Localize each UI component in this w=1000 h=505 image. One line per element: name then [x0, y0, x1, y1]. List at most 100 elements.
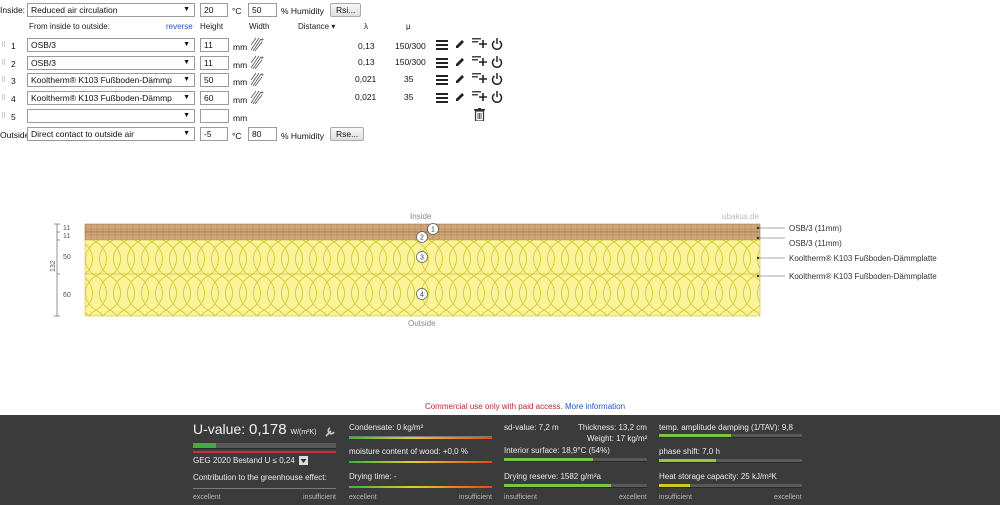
inside-humidity-input[interactable]: 50	[248, 3, 277, 17]
outside-climate-value: Direct contact to outside air	[31, 129, 134, 139]
layer-height-input[interactable]: 50	[200, 73, 229, 87]
dropdown-arrow-icon[interactable]	[299, 456, 308, 465]
layer-mu: 35	[404, 74, 414, 84]
power-icon[interactable]	[491, 55, 503, 68]
temp-damping-bar	[659, 434, 802, 438]
layer-material-value: OSB/3	[31, 40, 57, 50]
dropdown-arrow-icon: ▼	[183, 59, 190, 66]
drying-reserve-bar-fill	[504, 484, 612, 487]
uvalue-unit: W/(m²K)	[290, 429, 317, 436]
phase-shift-label: phase shift: 7,0 h	[659, 447, 720, 456]
hatch-pattern-icon[interactable]: +	[250, 71, 264, 87]
pencil-icon[interactable]	[454, 73, 466, 85]
outside-temp-unit: °C	[232, 131, 242, 141]
moisture-wood-label: moisture content of wood: +0,0 %	[349, 447, 468, 456]
layer-material-select[interactable]: Kooltherm® K103 Fußboden-Dämmp ▼	[27, 91, 195, 105]
layer-height-unit: mm	[233, 60, 248, 70]
dim-label: 50	[63, 254, 71, 261]
layer-material-select[interactable]: OSB/3 ▼	[27, 38, 195, 52]
inside-climate-select[interactable]: Reduced air circulation ▼	[27, 3, 195, 17]
dim-label: 11	[63, 233, 70, 240]
svg-text:+: +	[260, 90, 264, 97]
inside-temp-input[interactable]: 20	[200, 3, 228, 17]
menu-icon[interactable]	[436, 58, 448, 68]
uvalue-bar-fill	[193, 443, 216, 448]
dropdown-arrow-icon: ▼	[183, 6, 190, 13]
layer-height-unit: mm	[233, 113, 248, 123]
layer-height-input[interactable]: 60	[200, 91, 229, 105]
commercial-notice: Commercial use only with paid access. Mo…	[0, 402, 1000, 411]
layer-marker-number: 3	[420, 255, 424, 262]
rse-button[interactable]: Rse...	[330, 127, 365, 141]
rsi-button[interactable]: Rsi...	[330, 3, 362, 17]
hatch-pattern-icon[interactable]: +	[250, 89, 264, 105]
layer-height-unit: mm	[233, 77, 248, 87]
more-information-link[interactable]: More information	[565, 402, 625, 411]
scale-insufficient: insufficient	[459, 494, 492, 501]
uvalue-bar	[193, 443, 336, 449]
dropdown-arrow-icon: ▼	[183, 41, 190, 48]
layer-lambda: 0,021	[355, 74, 377, 84]
layer-band-1	[84, 223, 761, 233]
drag-handle-icon[interactable]: ⠿	[1, 112, 6, 120]
layer-lambda: 0,13	[358, 57, 375, 67]
layer-height-input[interactable]: 11	[200, 56, 229, 70]
power-icon[interactable]	[491, 90, 503, 103]
menu-icon[interactable]	[436, 40, 448, 50]
drag-handle-icon[interactable]: ⠿	[1, 94, 6, 102]
drag-handle-icon[interactable]: ⠿	[1, 76, 6, 84]
layer-material-select[interactable]: Kooltherm® K103 Fußboden-Dämmp ▼	[27, 73, 195, 87]
drag-handle-icon[interactable]: ⠿	[1, 41, 6, 49]
wrench-icon[interactable]	[324, 426, 336, 438]
scale-insufficient: insufficient	[303, 494, 336, 501]
outside-humidity-input[interactable]: 80	[248, 127, 277, 141]
scale-insufficient: insufficient	[504, 494, 537, 501]
hatch-pattern-icon[interactable]: +	[250, 54, 264, 70]
power-icon[interactable]	[491, 37, 503, 50]
dropdown-arrow-icon: ▼	[183, 76, 190, 83]
pencil-icon[interactable]	[454, 56, 466, 68]
menu-icon[interactable]	[436, 75, 448, 85]
layer-material-select[interactable]: OSB/3 ▼	[27, 56, 195, 70]
dropdown-arrow-icon: ▼	[183, 94, 190, 101]
drying-time-gradient	[349, 486, 492, 488]
reverse-link[interactable]: reverse	[166, 22, 193, 31]
svg-text:+: +	[260, 37, 264, 44]
drag-handle-icon[interactable]: ⠿	[1, 59, 6, 67]
outside-climate-select[interactable]: Direct contact to outside air ▼	[27, 127, 195, 141]
pencil-icon[interactable]	[454, 91, 466, 103]
menu-icon[interactable]	[436, 93, 448, 103]
layer-number: 1	[11, 41, 16, 51]
dropdown-arrow-icon: ▼	[183, 130, 190, 137]
dim-label: 60	[63, 292, 71, 299]
greenhouse-label: Contribution to the greenhouse effect:	[193, 473, 327, 482]
hatch-pattern-icon[interactable]: +	[250, 36, 264, 52]
weight-label: Weight: 17 kg/m²	[587, 434, 648, 443]
outside-temp-input[interactable]: -5	[200, 127, 228, 141]
layer-material-select[interactable]: ▼	[27, 109, 195, 123]
pencil-icon[interactable]	[454, 38, 466, 50]
layer-height-input[interactable]: 11	[200, 38, 229, 52]
temp-damping-label: temp. amplitude damping (1/TAV): 9,8	[659, 423, 793, 432]
interior-surface-bar-fill	[504, 458, 593, 461]
width-header: Width	[249, 22, 270, 31]
drying-reserve-label: Drying reserve: 1582 g/m²a	[504, 472, 601, 481]
distance-header[interactable]: Distance ▾	[298, 22, 335, 31]
legend-item: Kooltherm® K103 Fußboden-Dämmplatte	[789, 272, 937, 281]
layer-mu: 150/300	[395, 41, 426, 51]
trash-icon[interactable]	[474, 108, 485, 121]
layer-height-input[interactable]	[200, 109, 229, 123]
layer-number: 5	[11, 112, 16, 122]
uvalue-limit-line	[193, 451, 336, 453]
scale-excellent: excellent	[349, 494, 377, 501]
outside-label: Outside	[0, 130, 30, 140]
add-layer-icon[interactable]	[472, 72, 488, 85]
interior-surface-bar	[504, 458, 647, 462]
add-layer-icon[interactable]	[472, 37, 488, 50]
power-icon[interactable]	[491, 72, 503, 85]
scale-excellent: excellent	[193, 494, 221, 501]
dropdown-arrow-icon: ▼	[183, 112, 190, 119]
heat-storage-bar-fill	[659, 484, 691, 487]
add-layer-icon[interactable]	[472, 55, 488, 68]
add-layer-icon[interactable]	[472, 90, 488, 103]
